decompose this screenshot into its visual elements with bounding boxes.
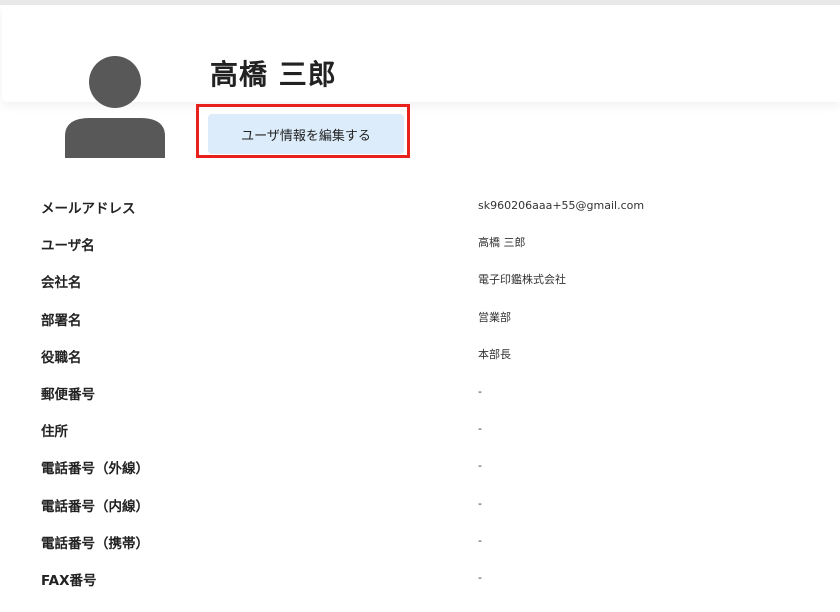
info-label: 住所 bbox=[41, 424, 68, 441]
info-label: FAX番号 bbox=[41, 572, 97, 589]
info-row-department: 部署名 営業部 bbox=[0, 301, 840, 338]
info-label: 電話番号（携帯） bbox=[41, 535, 149, 552]
user-profile-page: 高橋 三郎 ユーザ情報を編集する メールアドレス sk960206aaa+55@… bbox=[0, 0, 840, 612]
info-value: - bbox=[478, 459, 482, 473]
info-value: 営業部 bbox=[478, 310, 511, 324]
info-label: 電話番号（外線） bbox=[41, 461, 149, 478]
info-label: 部署名 bbox=[41, 312, 82, 329]
profile-user-name: 高橋 三郎 bbox=[210, 58, 337, 91]
user-silhouette-icon bbox=[62, 56, 168, 158]
info-label: 会社名 bbox=[41, 275, 82, 292]
info-label: 電話番号（内線） bbox=[41, 498, 149, 515]
info-value: 本部長 bbox=[478, 347, 511, 361]
info-label: 役職名 bbox=[41, 349, 82, 366]
info-row-email: メールアドレス sk960206aaa+55@gmail.com bbox=[0, 189, 840, 226]
info-row-address: 住所 - bbox=[0, 412, 840, 449]
info-value: - bbox=[478, 533, 482, 547]
info-value: - bbox=[478, 422, 482, 436]
edit-user-info-button[interactable]: ユーザ情報を編集する bbox=[208, 114, 404, 154]
info-value: 高橋 三郎 bbox=[478, 236, 526, 250]
info-value: sk960206aaa+55@gmail.com bbox=[478, 199, 645, 212]
info-row-postal-code: 郵便番号 - bbox=[0, 375, 840, 412]
info-value: 電子印鑑株式会社 bbox=[478, 273, 566, 287]
profile-info-list: メールアドレス sk960206aaa+55@gmail.com ユーザ名 高橋… bbox=[0, 189, 840, 598]
info-row-company: 会社名 電子印鑑株式会社 bbox=[0, 263, 840, 300]
info-row-position: 役職名 本部長 bbox=[0, 338, 840, 375]
info-row-fax: FAX番号 - bbox=[0, 561, 840, 598]
info-value: - bbox=[478, 570, 482, 584]
info-row-phone-internal: 電話番号（内線） - bbox=[0, 487, 840, 524]
info-label: ユーザ名 bbox=[41, 238, 95, 255]
info-value: - bbox=[478, 496, 482, 510]
info-label: メールアドレス bbox=[41, 201, 136, 217]
info-row-phone-mobile: 電話番号（携帯） - bbox=[0, 524, 840, 561]
info-label: 郵便番号 bbox=[41, 386, 95, 403]
info-row-username: ユーザ名 高橋 三郎 bbox=[0, 226, 840, 263]
info-value: - bbox=[478, 384, 482, 398]
info-row-phone-external: 電話番号（外線） - bbox=[0, 449, 840, 486]
